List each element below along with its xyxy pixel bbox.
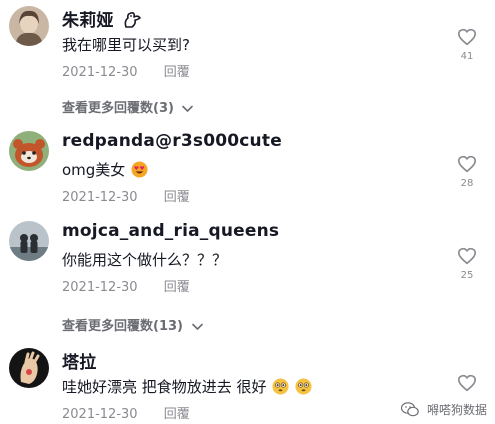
squirrel-emoji-icon bbox=[124, 12, 141, 28]
like-count: 28 bbox=[460, 178, 474, 189]
comment-meta: 2021-12-30 回覆 bbox=[62, 61, 190, 80]
wechat-icon bbox=[401, 402, 419, 417]
reply-button[interactable]: 回覆 bbox=[164, 61, 190, 80]
comment-date: 2021-12-30 bbox=[62, 190, 138, 205]
flushed-face-emoji-icon bbox=[295, 378, 312, 395]
heart-icon bbox=[458, 155, 476, 173]
like-count: 41 bbox=[460, 51, 474, 62]
avatar[interactable] bbox=[9, 221, 49, 261]
comment-list: 朱莉娅 我在哪里可以买到? 2021-12-30 回覆 41 查看更多回覆数(3… bbox=[0, 0, 495, 424]
username[interactable]: 朱莉娅 bbox=[62, 6, 142, 31]
comment-text: 我在哪里可以买到? bbox=[62, 36, 190, 54]
chevron-down-icon bbox=[191, 323, 203, 330]
heart-icon bbox=[458, 247, 476, 265]
heart-icon bbox=[458, 374, 476, 392]
like-button[interactable] bbox=[455, 374, 479, 392]
chevron-down-icon bbox=[182, 105, 194, 112]
avatar[interactable] bbox=[9, 6, 49, 46]
like-button[interactable]: 25 bbox=[455, 247, 479, 281]
comment-date: 2021-12-30 bbox=[62, 407, 138, 422]
comment-date: 2021-12-30 bbox=[62, 280, 138, 295]
watermark: 嘚嗒狗数据 bbox=[401, 401, 487, 418]
comment-text: 哇她好漂亮 把食物放进去 很好 bbox=[62, 376, 312, 397]
watermark-text: 嘚嗒狗数据 bbox=[426, 403, 487, 417]
flushed-face-emoji-icon bbox=[272, 378, 289, 395]
username[interactable]: mojca_and_ria_queens bbox=[62, 221, 279, 241]
like-count: 25 bbox=[460, 270, 474, 281]
comment-date: 2021-12-30 bbox=[62, 65, 138, 80]
heart-icon bbox=[458, 28, 476, 46]
view-more-replies[interactable]: 查看更多回覆数(3) bbox=[62, 97, 194, 116]
avatar[interactable] bbox=[9, 131, 49, 171]
comment-meta: 2021-12-30 回覆 bbox=[62, 403, 190, 422]
username[interactable]: redpanda@r3s000cute bbox=[62, 131, 282, 151]
avatar[interactable] bbox=[9, 348, 49, 388]
like-button[interactable]: 41 bbox=[455, 28, 479, 62]
comment-meta: 2021-12-30 回覆 bbox=[62, 276, 190, 295]
comment-text: 你能用这个做什么？？？ bbox=[62, 251, 228, 269]
comment-text: omg美女 bbox=[62, 159, 148, 180]
reply-button[interactable]: 回覆 bbox=[164, 186, 190, 205]
heart-eyes-emoji-icon bbox=[131, 161, 148, 178]
reply-button[interactable]: 回覆 bbox=[164, 403, 190, 422]
view-more-replies[interactable]: 查看更多回覆数(13) bbox=[62, 315, 203, 334]
comment-meta: 2021-12-30 回覆 bbox=[62, 186, 190, 205]
like-button[interactable]: 28 bbox=[455, 155, 479, 189]
reply-button[interactable]: 回覆 bbox=[164, 276, 190, 295]
username[interactable]: 塔拉 bbox=[62, 348, 96, 373]
